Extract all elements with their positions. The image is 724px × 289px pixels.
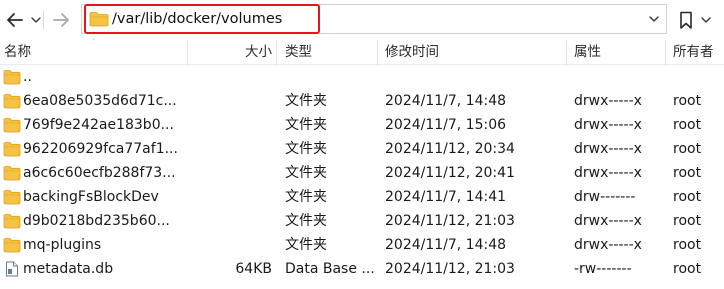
column-header: 名称 大小 类型 修改时间 属性 所有者	[0, 40, 724, 66]
list-item[interactable]: d9b0218bd235b60... 文件夹 2024/11/12, 21:03…	[0, 209, 724, 233]
file-size	[190, 185, 272, 209]
file-browser-window: 名称 大小 类型 修改时间 属性 所有者 ..	[0, 0, 724, 289]
column-header-permissions[interactable]: 属性	[574, 40, 664, 64]
arrow-right-icon	[53, 13, 69, 27]
file-type: 文件夹	[285, 117, 327, 133]
file-permissions	[574, 65, 666, 89]
file-name: d9b0218bd235b60...	[23, 213, 170, 229]
file-type: 文件夹	[285, 141, 327, 157]
file-owner: root	[673, 165, 702, 181]
file-modified	[385, 65, 567, 89]
file-type: 文件夹	[285, 165, 327, 181]
list-item[interactable]: backingFsBlockDev 文件夹 2024/11/7, 14:41 d…	[0, 185, 724, 209]
address-input[interactable]	[112, 6, 632, 32]
file-size	[190, 113, 272, 137]
file-size	[190, 65, 272, 89]
column-header-size[interactable]: 大小	[188, 40, 272, 64]
list-item[interactable]: ..	[0, 65, 724, 89]
file-name: 962206929fca77af1...	[23, 141, 178, 157]
list-item[interactable]: a6c6c60ecfb288f73... 文件夹 2024/11/12, 20:…	[0, 161, 724, 185]
file-name: mq-plugins	[23, 237, 102, 253]
file-type: 文件夹	[285, 93, 327, 109]
file-modified: 2024/11/12, 21:03	[385, 261, 515, 277]
arrow-left-icon	[7, 13, 41, 27]
file-name: 769f9e242ae183b0...	[23, 117, 174, 133]
folder-icon	[3, 238, 21, 253]
file-type: 文件夹	[285, 189, 327, 205]
file-owner: root	[673, 237, 702, 253]
toolbar-divider	[43, 10, 44, 30]
folder-icon	[89, 12, 109, 27]
file-owner: root	[673, 93, 702, 109]
file-permissions: drwx-----x	[574, 213, 642, 229]
file-modified: 2024/11/12, 20:34	[385, 141, 515, 157]
file-icon	[6, 261, 18, 277]
file-modified: 2024/11/12, 21:03	[385, 213, 515, 229]
file-permissions: -rw-------	[574, 261, 632, 277]
file-permissions: drwx-----x	[574, 237, 642, 253]
file-size	[190, 137, 272, 161]
file-owner	[673, 65, 723, 89]
file-owner: root	[673, 213, 702, 229]
file-type: Data Base ...	[285, 261, 375, 277]
column-divider[interactable]	[276, 40, 277, 66]
file-name: 6ea08e5035d6d71c...	[23, 93, 177, 109]
column-divider[interactable]	[665, 40, 666, 66]
folder-icon	[3, 142, 21, 157]
toolbar	[0, 0, 724, 40]
file-name: metadata.db	[23, 261, 114, 277]
file-owner: root	[673, 117, 702, 133]
forward-button[interactable]	[48, 9, 78, 31]
file-owner: root	[673, 141, 702, 157]
file-permissions: drwx-----x	[574, 93, 642, 109]
column-divider[interactable]	[377, 40, 378, 66]
bookmark-icon[interactable]	[676, 10, 696, 30]
file-modified: 2024/11/7, 14:48	[385, 93, 507, 109]
list-item[interactable]: 769f9e242ae183b0... 文件夹 2024/11/7, 15:06…	[0, 113, 724, 137]
file-size	[190, 233, 272, 257]
file-modified: 2024/11/7, 15:06	[385, 117, 507, 133]
file-owner: root	[673, 261, 702, 277]
list-item[interactable]: metadata.db 64KB Data Base ... 2024/11/1…	[0, 257, 724, 281]
file-modified: 2024/11/7, 14:48	[385, 237, 507, 253]
file-size: 64KB	[235, 261, 272, 277]
list-item[interactable]: 962206929fca77af1... 文件夹 2024/11/12, 20:…	[0, 137, 724, 161]
column-header-type[interactable]: 类型	[285, 40, 375, 64]
folder-icon	[3, 118, 21, 133]
chevron-down-icon[interactable]	[700, 14, 712, 26]
file-type: 文件夹	[285, 213, 327, 229]
file-permissions: drw-------	[574, 189, 636, 205]
folder-icon	[3, 214, 21, 229]
address-bar[interactable]	[81, 4, 667, 34]
file-name: ..	[23, 69, 32, 85]
folder-icon	[3, 166, 21, 181]
folder-icon	[3, 190, 21, 205]
column-header-owner[interactable]: 所有者	[673, 40, 723, 64]
file-name: a6c6c60ecfb288f73...	[23, 165, 176, 181]
column-header-modified[interactable]: 修改时间	[385, 40, 565, 64]
file-size	[190, 161, 272, 185]
folder-icon	[3, 70, 21, 85]
column-header-name[interactable]: 名称	[4, 40, 184, 64]
file-size	[190, 209, 272, 233]
folder-icon	[3, 94, 21, 109]
list-item[interactable]: 6ea08e5035d6d71c... 文件夹 2024/11/7, 14:48…	[0, 89, 724, 113]
file-permissions: drwx-----x	[574, 141, 642, 157]
file-name: backingFsBlockDev	[23, 189, 159, 205]
file-size	[190, 89, 272, 113]
file-permissions: drwx-----x	[574, 117, 642, 133]
file-type: 文件夹	[285, 237, 327, 253]
file-modified: 2024/11/12, 20:41	[385, 165, 515, 181]
file-permissions: drwx-----x	[574, 165, 642, 181]
column-divider[interactable]	[566, 40, 567, 66]
back-button[interactable]	[4, 9, 46, 31]
list-item[interactable]: mq-plugins 文件夹 2024/11/7, 14:48 drwx----…	[0, 233, 724, 257]
file-owner: root	[673, 189, 702, 205]
file-modified: 2024/11/7, 14:41	[385, 189, 507, 205]
file-type	[285, 65, 377, 89]
chevron-down-icon[interactable]	[648, 13, 660, 25]
